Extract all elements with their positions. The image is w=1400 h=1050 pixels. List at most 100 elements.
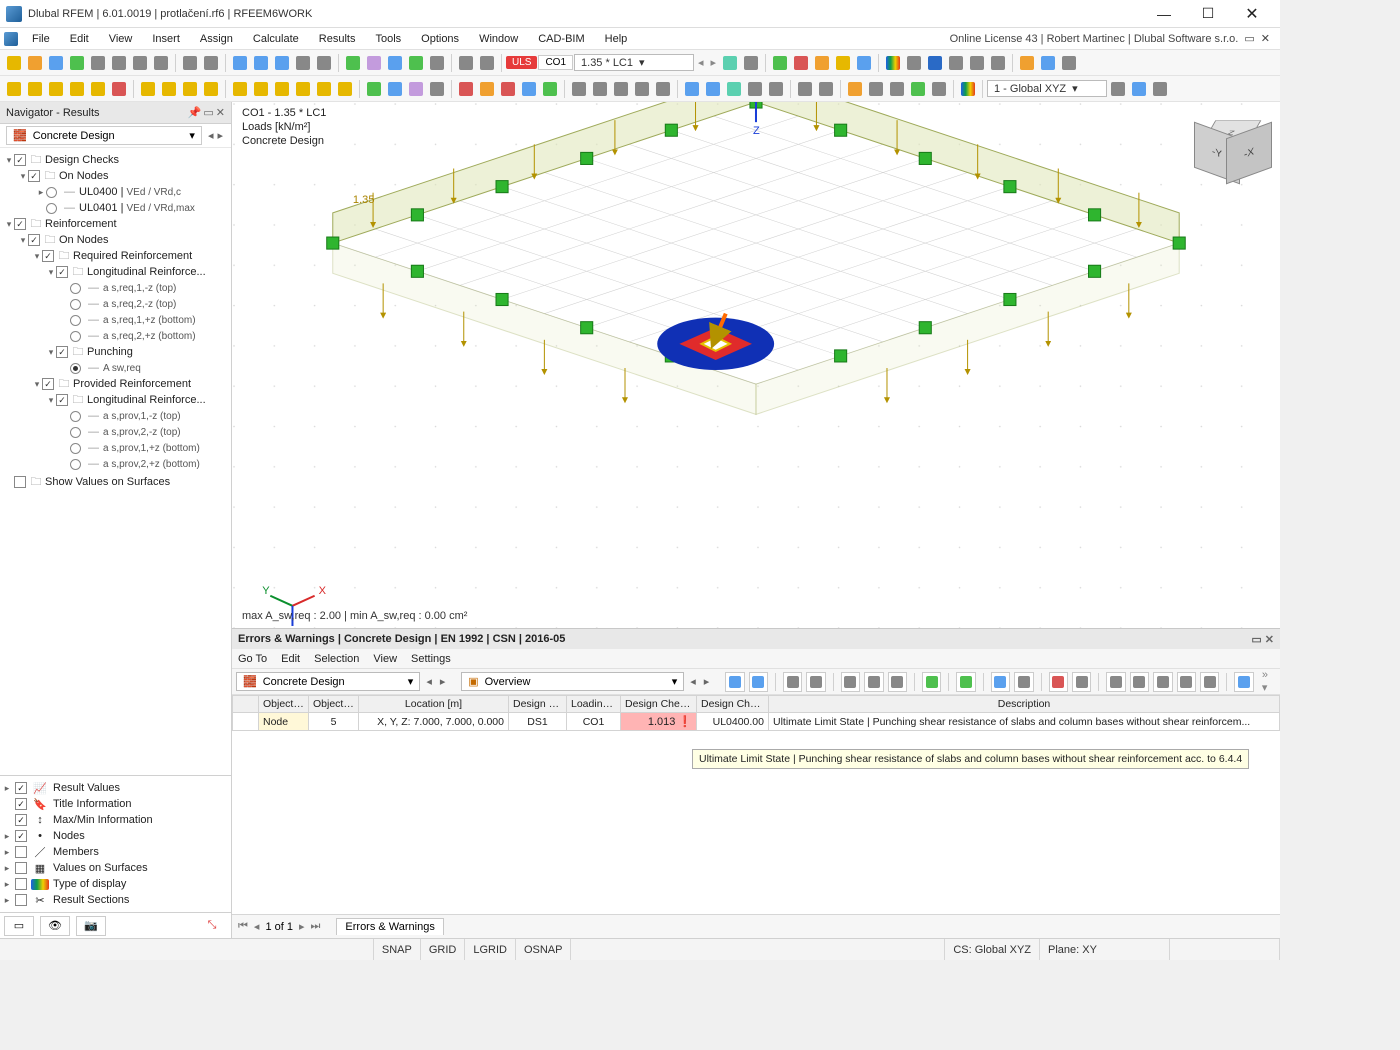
caret-icon[interactable]: ▾ <box>18 235 28 246</box>
ew-icon-4[interactable] <box>806 672 825 692</box>
chk-punch[interactable] <box>56 346 68 358</box>
caret-icon[interactable]: ▾ <box>32 251 42 262</box>
nf-axes-icon[interactable]: ⤡ <box>197 916 227 936</box>
ew-icon-5[interactable] <box>841 672 860 692</box>
t2-28[interactable] <box>611 79 631 99</box>
ew-menu-edit[interactable]: Edit <box>281 653 300 665</box>
tool-filter-icon[interactable] <box>720 53 740 73</box>
t2-26[interactable] <box>569 79 589 99</box>
hdr-ratio[interactable]: Design Check Ratio η [-] <box>621 696 697 713</box>
ew-icon-7[interactable] <box>888 672 907 692</box>
t2-8[interactable] <box>159 79 179 99</box>
t2-33[interactable] <box>724 79 744 99</box>
t2-27[interactable] <box>590 79 610 99</box>
chk-provided[interactable] <box>42 378 54 390</box>
tool-overflow-icon[interactable] <box>1059 53 1079 73</box>
radio-p3[interactable] <box>70 443 81 454</box>
radio-r2[interactable] <box>70 299 81 310</box>
tool-check-icon[interactable] <box>406 53 426 73</box>
t2-13[interactable] <box>272 79 292 99</box>
t2-14[interactable] <box>293 79 313 99</box>
tree-p1[interactable]: a s,prov,1,-z (top) <box>103 411 181 422</box>
chk-resultvals[interactable] <box>15 782 27 794</box>
ew-icon-e[interactable] <box>1200 672 1219 692</box>
tool-move-icon[interactable] <box>925 53 945 73</box>
nf-eye-icon[interactable]: 👁 <box>40 916 70 936</box>
radio-p1[interactable] <box>70 411 81 422</box>
ew-next-ovr[interactable]: ▸ <box>702 675 712 688</box>
ew-icon-8[interactable] <box>922 672 941 692</box>
t2-36[interactable] <box>795 79 815 99</box>
ew-module-dropdown[interactable]: 🧱 Concrete Design▾ <box>236 672 420 691</box>
t2-35[interactable] <box>766 79 786 99</box>
t2-20[interactable] <box>427 79 447 99</box>
nav-next-icon[interactable]: ▸ <box>215 129 225 142</box>
menu-view[interactable]: View <box>99 31 143 47</box>
t2-42[interactable] <box>929 79 949 99</box>
mdi-restore-icon[interactable]: ▭ <box>1244 32 1254 45</box>
caret-icon[interactable]: ▾ <box>4 219 14 230</box>
tree-on-nodes[interactable]: On Nodes <box>59 170 109 182</box>
tree-p3[interactable]: a s,prov,1,+z (bottom) <box>103 443 200 454</box>
radio-ul0400[interactable] <box>46 187 57 198</box>
t2-25[interactable] <box>540 79 560 99</box>
nf-camera-icon[interactable]: 📷 <box>76 916 106 936</box>
t2-22[interactable] <box>477 79 497 99</box>
t2-24[interactable] <box>519 79 539 99</box>
ew-restore-icon[interactable]: ▭ <box>1251 633 1261 646</box>
hdr-checktype[interactable]: Design Check Type <box>697 696 769 713</box>
hdr-objtype[interactable]: Object Type <box>259 696 309 713</box>
tool-clip-icon[interactable] <box>427 53 447 73</box>
tool-table-icon[interactable] <box>230 53 250 73</box>
tool-pencil-icon[interactable] <box>833 53 853 73</box>
tree-p4[interactable]: a s,prov,2,+z (bottom) <box>103 459 200 470</box>
cs-dropdown[interactable]: 1 - Global XYZ▾ <box>987 80 1107 97</box>
next-lc-icon[interactable]: ▸ <box>708 56 720 69</box>
ew-icon-units[interactable] <box>1014 672 1033 692</box>
t2-6[interactable] <box>109 79 129 99</box>
ew-icon-1[interactable] <box>725 672 744 692</box>
t2-15[interactable] <box>314 79 334 99</box>
tool-redo-icon[interactable] <box>201 53 221 73</box>
ew-icon-2[interactable] <box>749 672 768 692</box>
tool-columns-icon[interactable] <box>272 53 292 73</box>
t2-9[interactable] <box>180 79 200 99</box>
ew-grid[interactable]: Object Type Objects No. Location [m] Des… <box>232 695 1280 914</box>
t2-16[interactable] <box>335 79 355 99</box>
tree-showvals[interactable]: Show Values on Surfaces <box>45 476 170 488</box>
t2-3[interactable] <box>46 79 66 99</box>
ew-icon-filter[interactable] <box>991 672 1010 692</box>
maximize-button[interactable]: ☐ <box>1186 1 1230 27</box>
tool-add-icon[interactable] <box>343 53 363 73</box>
hdr-situation[interactable]: Design Situation <box>509 696 567 713</box>
pg-prev[interactable]: ◂ <box>254 920 260 933</box>
pg-first[interactable]: ⏮ <box>238 920 248 933</box>
chk-onnodes[interactable] <box>28 170 40 182</box>
tool-globe-icon[interactable] <box>1038 53 1058 73</box>
t2-30[interactable] <box>653 79 673 99</box>
nav-prev-icon[interactable]: ◂ <box>206 129 216 142</box>
nf-select-icon[interactable]: ▭ <box>4 916 34 936</box>
opt-resultvals[interactable]: Result Values <box>53 782 120 794</box>
nav-module-dropdown[interactable]: 🧱 Concrete Design ▾ <box>6 126 202 145</box>
ew-menu-goto[interactable]: Go To <box>238 653 267 665</box>
ew-icon-a[interactable] <box>1106 672 1125 692</box>
ew-icon-c[interactable] <box>1153 672 1172 692</box>
t2-34[interactable] <box>745 79 765 99</box>
t2-2[interactable] <box>25 79 45 99</box>
caret-icon[interactable]: ▾ <box>18 171 28 182</box>
t2-39[interactable] <box>866 79 886 99</box>
tree-provided[interactable]: Provided Reinforcement <box>73 378 191 390</box>
chk-onnodes2[interactable] <box>28 234 40 246</box>
tool-mirror-icon[interactable] <box>988 53 1008 73</box>
tool-surfload-icon[interactable] <box>812 53 832 73</box>
ew-icon-b[interactable] <box>1130 672 1149 692</box>
t2-box-icon[interactable] <box>1129 79 1149 99</box>
table-row[interactable]: Node 5 X, Y, Z: 7.000, 7.000, 0.000 DS1 … <box>233 713 1280 731</box>
ew-tab[interactable]: Errors & Warnings <box>336 918 443 935</box>
caret-icon[interactable]: ▾ <box>46 267 56 278</box>
t2-32[interactable] <box>703 79 723 99</box>
ew-menu-set[interactable]: Settings <box>411 653 451 665</box>
t2-1[interactable] <box>4 79 24 99</box>
t2-18[interactable] <box>385 79 405 99</box>
